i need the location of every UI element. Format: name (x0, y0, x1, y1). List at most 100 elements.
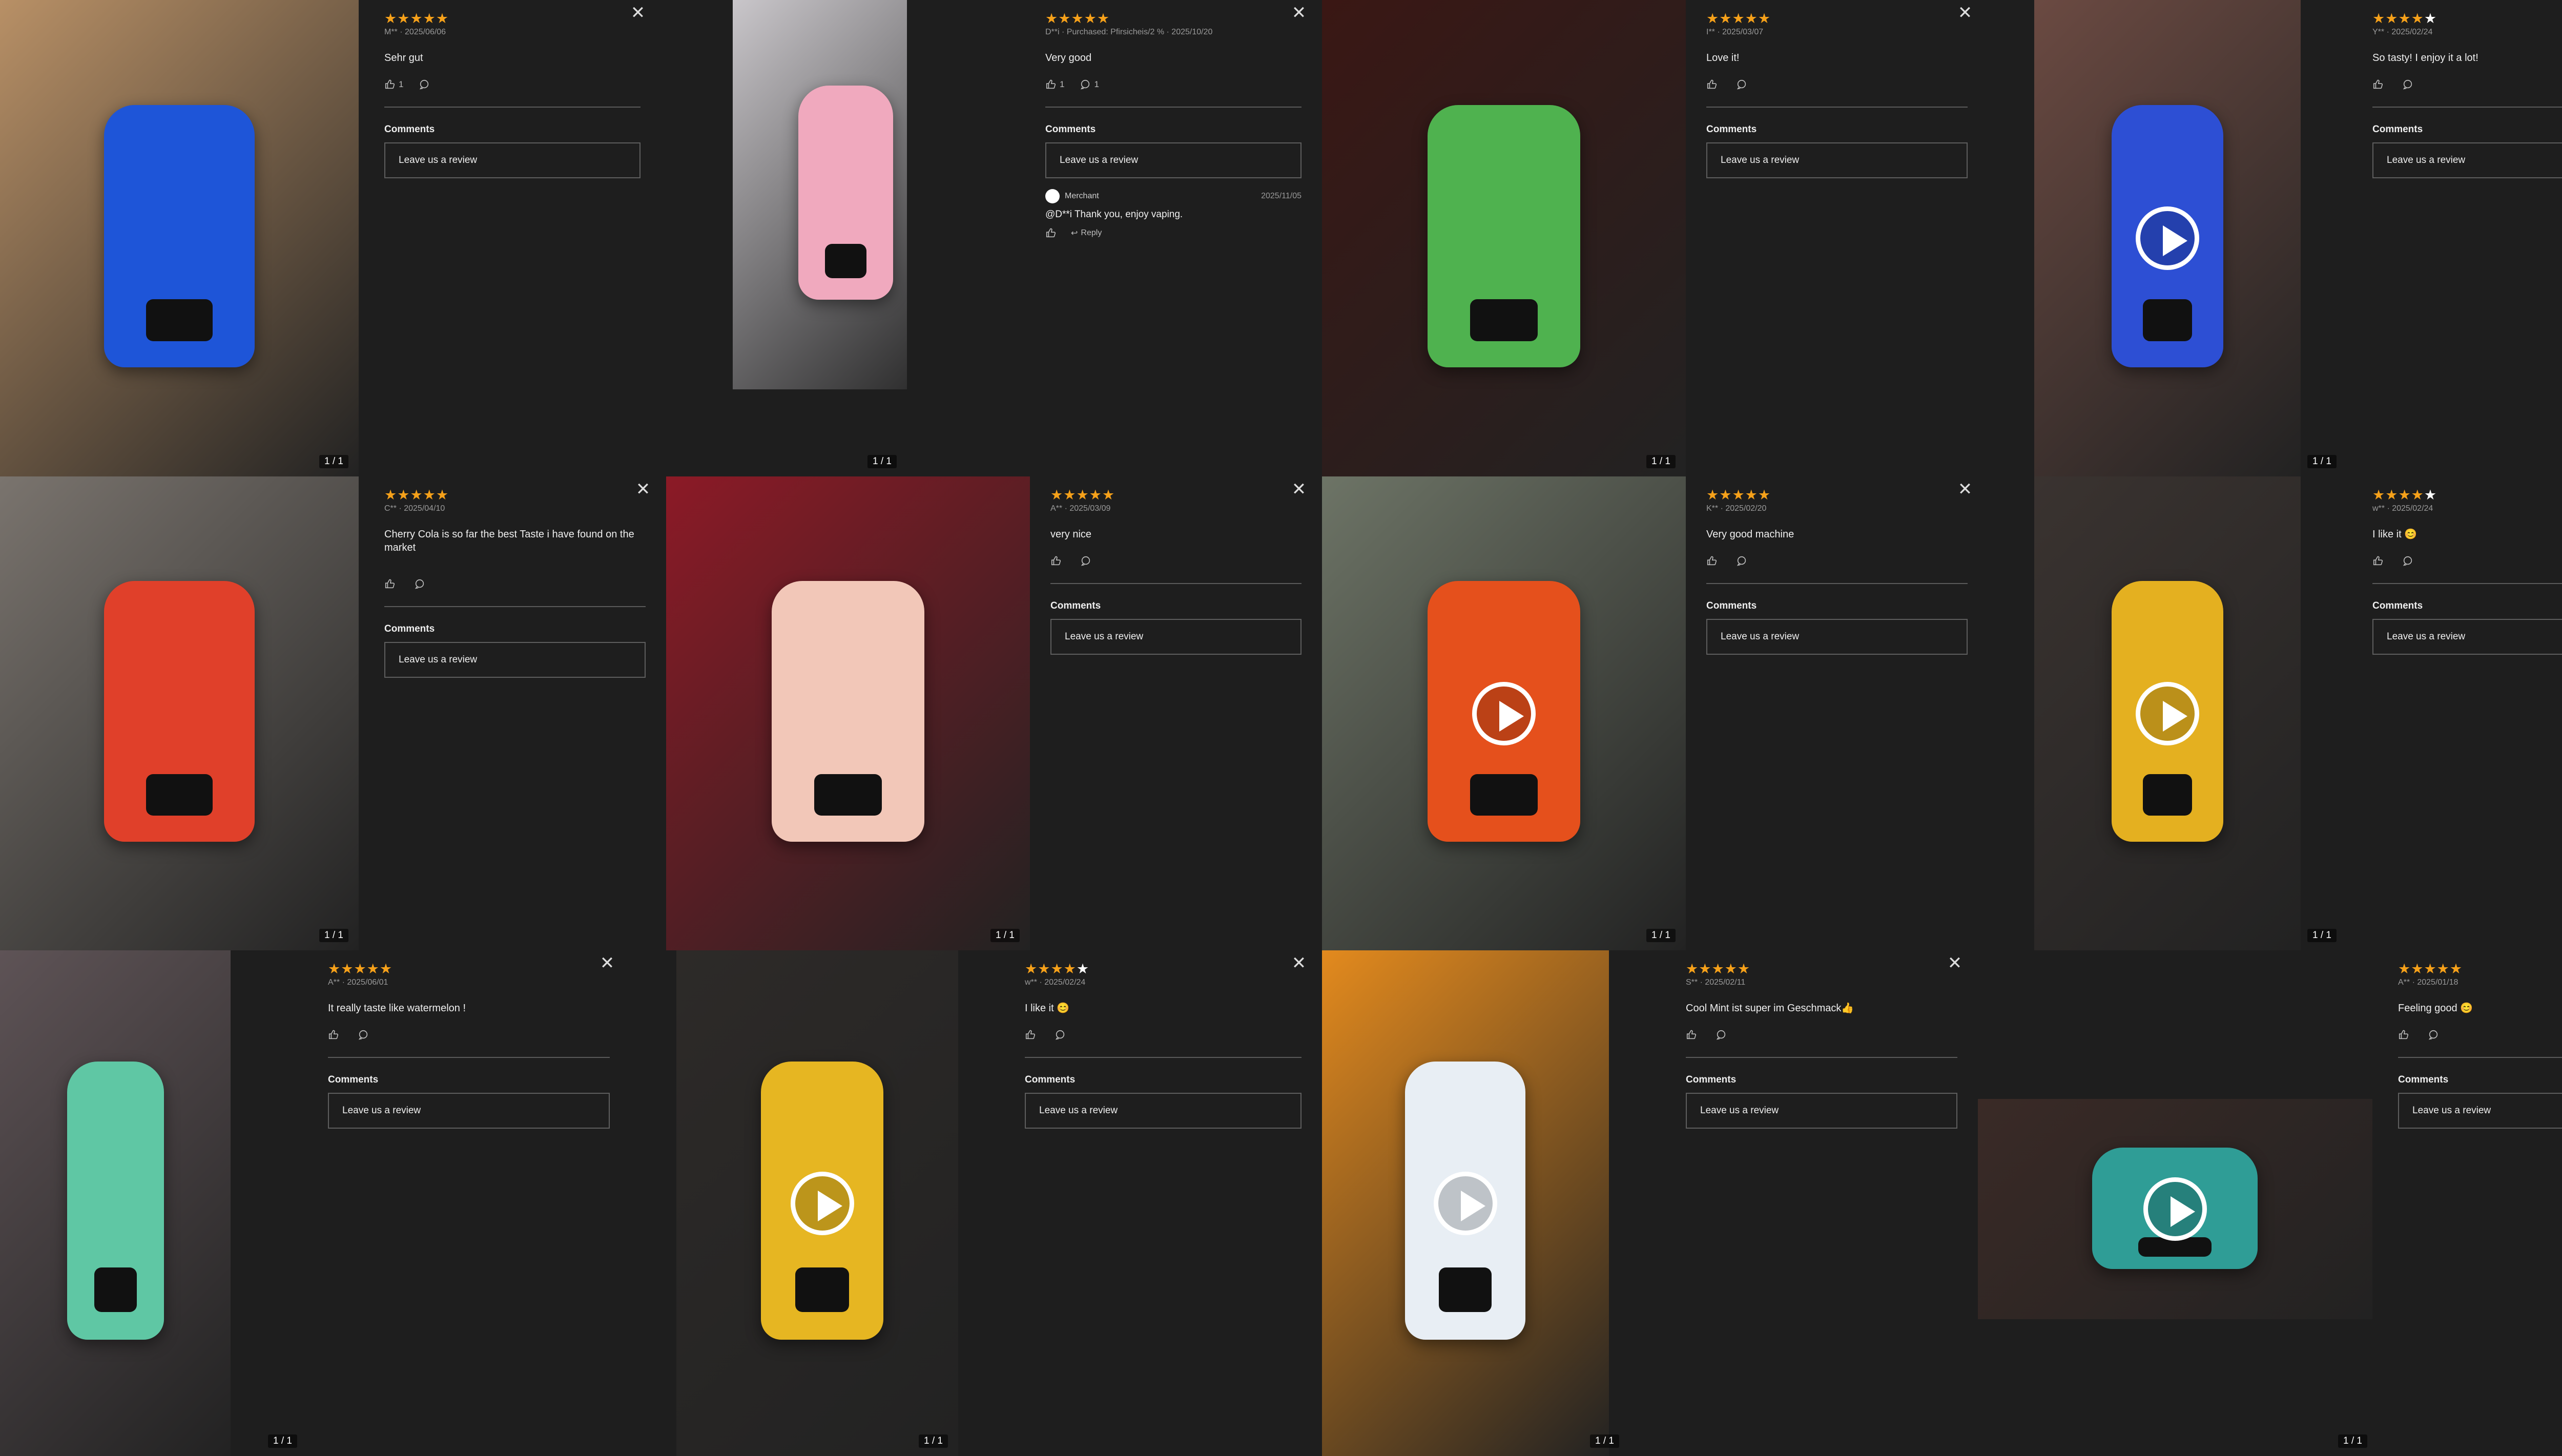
play-button-icon[interactable] (2143, 1177, 2207, 1241)
review-photo[interactable] (0, 0, 359, 476)
close-icon[interactable]: ✕ (1291, 4, 1307, 22)
review-detail-panel: ✕ ★★★★★ I** · 2025/03/07 Love it! Comments Le… (1686, 0, 1988, 476)
comment-button[interactable] (1055, 1029, 1069, 1041)
leave-review-button[interactable]: Leave us a review (2372, 619, 2562, 655)
review-media[interactable]: 1 / 1 (1322, 0, 1686, 476)
media-counter: 1 / 1 (2307, 929, 2337, 942)
like-button[interactable]: 1 (1045, 79, 1064, 90)
review-media[interactable]: 1 / 1 (1322, 950, 1629, 1456)
review-meta: w** · 2025/02/24 (2372, 504, 2433, 513)
review-media[interactable]: 1 / 1 (661, 0, 907, 476)
review-media[interactable]: 1 / 1 (1988, 0, 2347, 476)
review-actions (1706, 553, 1750, 569)
review-media[interactable]: 1 / 1 (0, 950, 307, 1456)
comment-button[interactable] (414, 578, 428, 590)
like-button[interactable] (1025, 1029, 1039, 1041)
comment-button[interactable] (419, 79, 433, 90)
star-icon: ★ (341, 961, 354, 976)
review-media[interactable]: 1 / 1 (0, 0, 359, 476)
reply-button[interactable]: ↩ Reply (1071, 228, 1102, 238)
divider (1706, 107, 1968, 108)
leave-review-button[interactable]: Leave us a review (1045, 142, 1301, 178)
leave-review-button[interactable]: Leave us a review (328, 1093, 610, 1129)
review-text: I like it 😊 (1025, 1003, 1070, 1014)
leave-review-button[interactable]: Leave us a review (384, 642, 646, 678)
review-photo[interactable] (0, 476, 359, 950)
comment-button[interactable] (1716, 1029, 1730, 1041)
close-icon[interactable]: ✕ (1947, 954, 1962, 972)
star-icon: ★ (1038, 961, 1050, 976)
play-button-icon[interactable] (1434, 1172, 1497, 1235)
review-media[interactable]: 1 / 1 (666, 476, 1030, 950)
like-button[interactable]: 1 (384, 79, 403, 90)
comment-button[interactable] (2428, 1029, 2442, 1041)
star-icon: ★ (1719, 11, 1732, 26)
like-button[interactable] (2372, 79, 2387, 90)
like-button[interactable] (2372, 555, 2387, 567)
star-icon: ★ (1084, 11, 1097, 26)
review-media[interactable]: 1 / 1 (1322, 476, 1686, 950)
comment-button[interactable] (358, 1029, 372, 1041)
comment-button[interactable]: 1 (1080, 79, 1099, 90)
close-icon[interactable]: ✕ (1957, 4, 1973, 22)
divider (1050, 583, 1301, 584)
star-icon: ★ (2411, 961, 2424, 976)
star-icon: ★ (1076, 487, 1089, 503)
leave-review-button[interactable]: Leave us a review (1686, 1093, 1957, 1129)
star-icon: ★ (2398, 11, 2411, 26)
comment-button[interactable] (1080, 555, 1094, 567)
close-icon[interactable]: ✕ (1291, 481, 1307, 498)
star-icon: ★ (2411, 487, 2424, 503)
close-icon[interactable]: ✕ (635, 481, 651, 498)
star-icon: ★ (1063, 961, 1076, 976)
leave-review-button[interactable]: Leave us a review (1706, 142, 1968, 178)
like-button[interactable] (1050, 555, 1065, 567)
play-button-icon[interactable] (2136, 206, 2199, 270)
review-photo[interactable] (1322, 0, 1686, 476)
review-media[interactable]: 1 / 1 (0, 476, 359, 950)
comment-button[interactable] (1736, 79, 1750, 90)
like-button[interactable] (1686, 1029, 1700, 1041)
leave-review-button[interactable]: Leave us a review (2398, 1093, 2562, 1129)
divider (384, 107, 640, 108)
like-button[interactable] (1706, 555, 1721, 567)
close-icon[interactable]: ✕ (1957, 481, 1973, 498)
review-actions (1050, 553, 1094, 569)
review-actions (1025, 1027, 1069, 1043)
review-meta: Y** · 2025/02/24 (2372, 28, 2433, 36)
comment-button[interactable] (1736, 555, 1750, 567)
review-detail-panel: ✕ ★★★★★ A** · 2025/06/01 It really taste li… (307, 950, 630, 1456)
star-icon: ★ (1719, 487, 1732, 503)
like-button[interactable] (1706, 79, 1721, 90)
review-text: Cool Mint ist super im Geschmack👍 (1686, 1003, 1854, 1014)
comment-button[interactable] (2402, 79, 2416, 90)
review-detail-panel: ✕ ★★★★★ K** · 2025/02/20 Very good machine C… (1686, 476, 1988, 950)
close-icon[interactable]: ✕ (1291, 954, 1307, 972)
close-icon[interactable]: ✕ (630, 4, 646, 22)
star-rating: ★★★★★ (1706, 488, 1771, 502)
close-icon[interactable]: ✕ (600, 954, 615, 972)
review-media[interactable]: 1 / 1 (1978, 950, 2378, 1456)
reply-like-button[interactable] (1045, 227, 1057, 239)
star-rating: ★★★★★ (2398, 962, 2463, 976)
leave-review-button[interactable]: Leave us a review (1025, 1093, 1301, 1129)
play-button-icon[interactable] (1472, 682, 1536, 745)
star-icon: ★ (1063, 487, 1076, 503)
like-button[interactable] (384, 578, 399, 590)
review-media[interactable]: 1 / 1 (1988, 476, 2347, 950)
review-photo[interactable] (733, 0, 907, 389)
leave-review-button[interactable]: Leave us a review (384, 142, 640, 178)
review-photo[interactable] (0, 950, 231, 1456)
like-button[interactable] (328, 1029, 342, 1041)
play-button-icon[interactable] (791, 1172, 854, 1235)
review-card: 1 / 1 ✕ ★★★★★ I** · 2025/03/07 Love it! Comme… (1322, 0, 1988, 476)
review-media[interactable]: 1 / 1 (630, 950, 958, 1456)
leave-review-button[interactable]: Leave us a review (2372, 142, 2562, 178)
review-detail-panel: ✕★★★★★Y** · 2025/02/24So tasty! I enjoy … (2352, 0, 2562, 476)
leave-review-button[interactable]: Leave us a review (1050, 619, 1301, 655)
like-button[interactable] (2398, 1029, 2412, 1041)
comment-button[interactable] (2402, 555, 2416, 567)
review-photo[interactable] (666, 476, 1030, 950)
play-button-icon[interactable] (2136, 682, 2199, 745)
leave-review-button[interactable]: Leave us a review (1706, 619, 1968, 655)
